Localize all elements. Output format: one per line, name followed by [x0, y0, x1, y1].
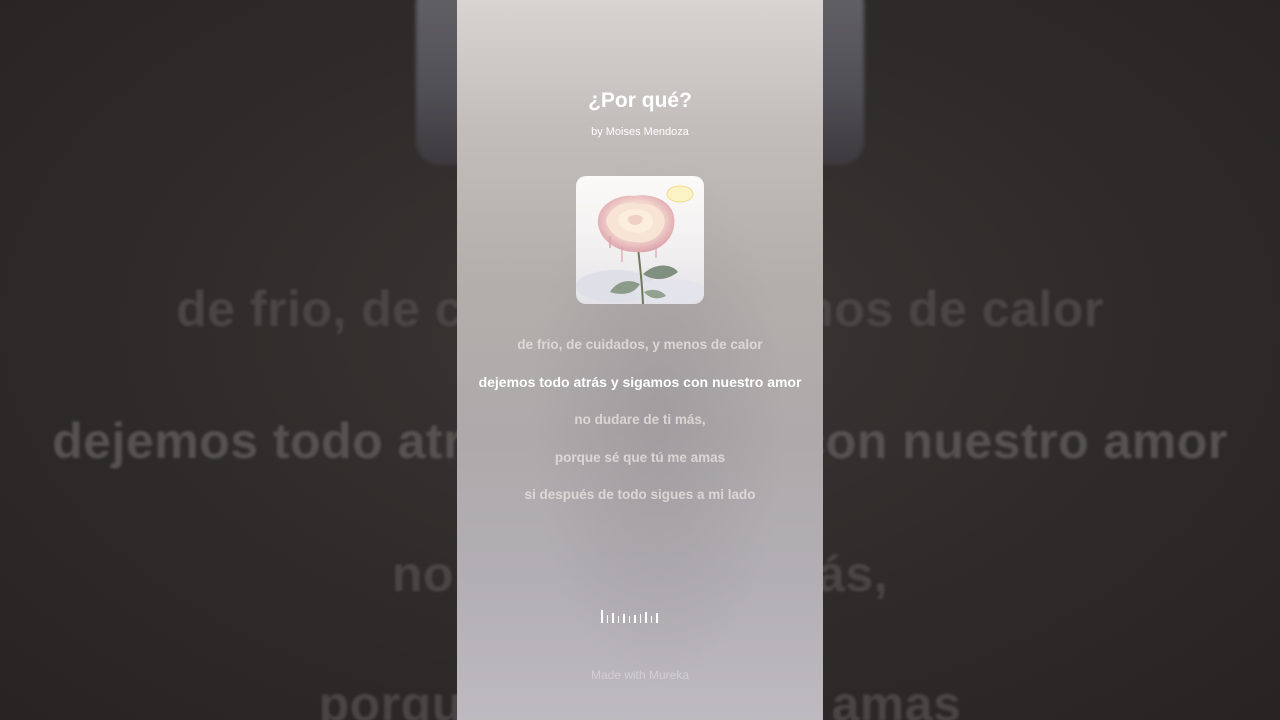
song-title: ¿Por qué? — [588, 89, 692, 112]
song-artist: by Moises Mendoza — [591, 126, 689, 138]
audio-waveform-icon — [601, 609, 658, 623]
rose-artwork-icon — [576, 185, 704, 304]
lyric-line: no dudare de ti más, — [574, 412, 706, 427]
lyric-line-active: dejemos todo atrás y sigamos con nuestro… — [478, 374, 802, 390]
lyric-line: porque sé que tú me amas — [554, 450, 726, 465]
lyrics-panel: ¿Por qué? by Moises Mendoza de frio, de … — [457, 0, 823, 720]
album-cover — [576, 176, 704, 304]
made-with-credit: Made with Mureka — [590, 668, 690, 682]
lyric-line: si después de todo sigues a mi lado — [524, 487, 756, 502]
video-frame: de frio, de cuidados, y menos de calor d… — [0, 0, 1280, 720]
lyric-line: de frio, de cuidados, y menos de calor — [517, 337, 763, 352]
